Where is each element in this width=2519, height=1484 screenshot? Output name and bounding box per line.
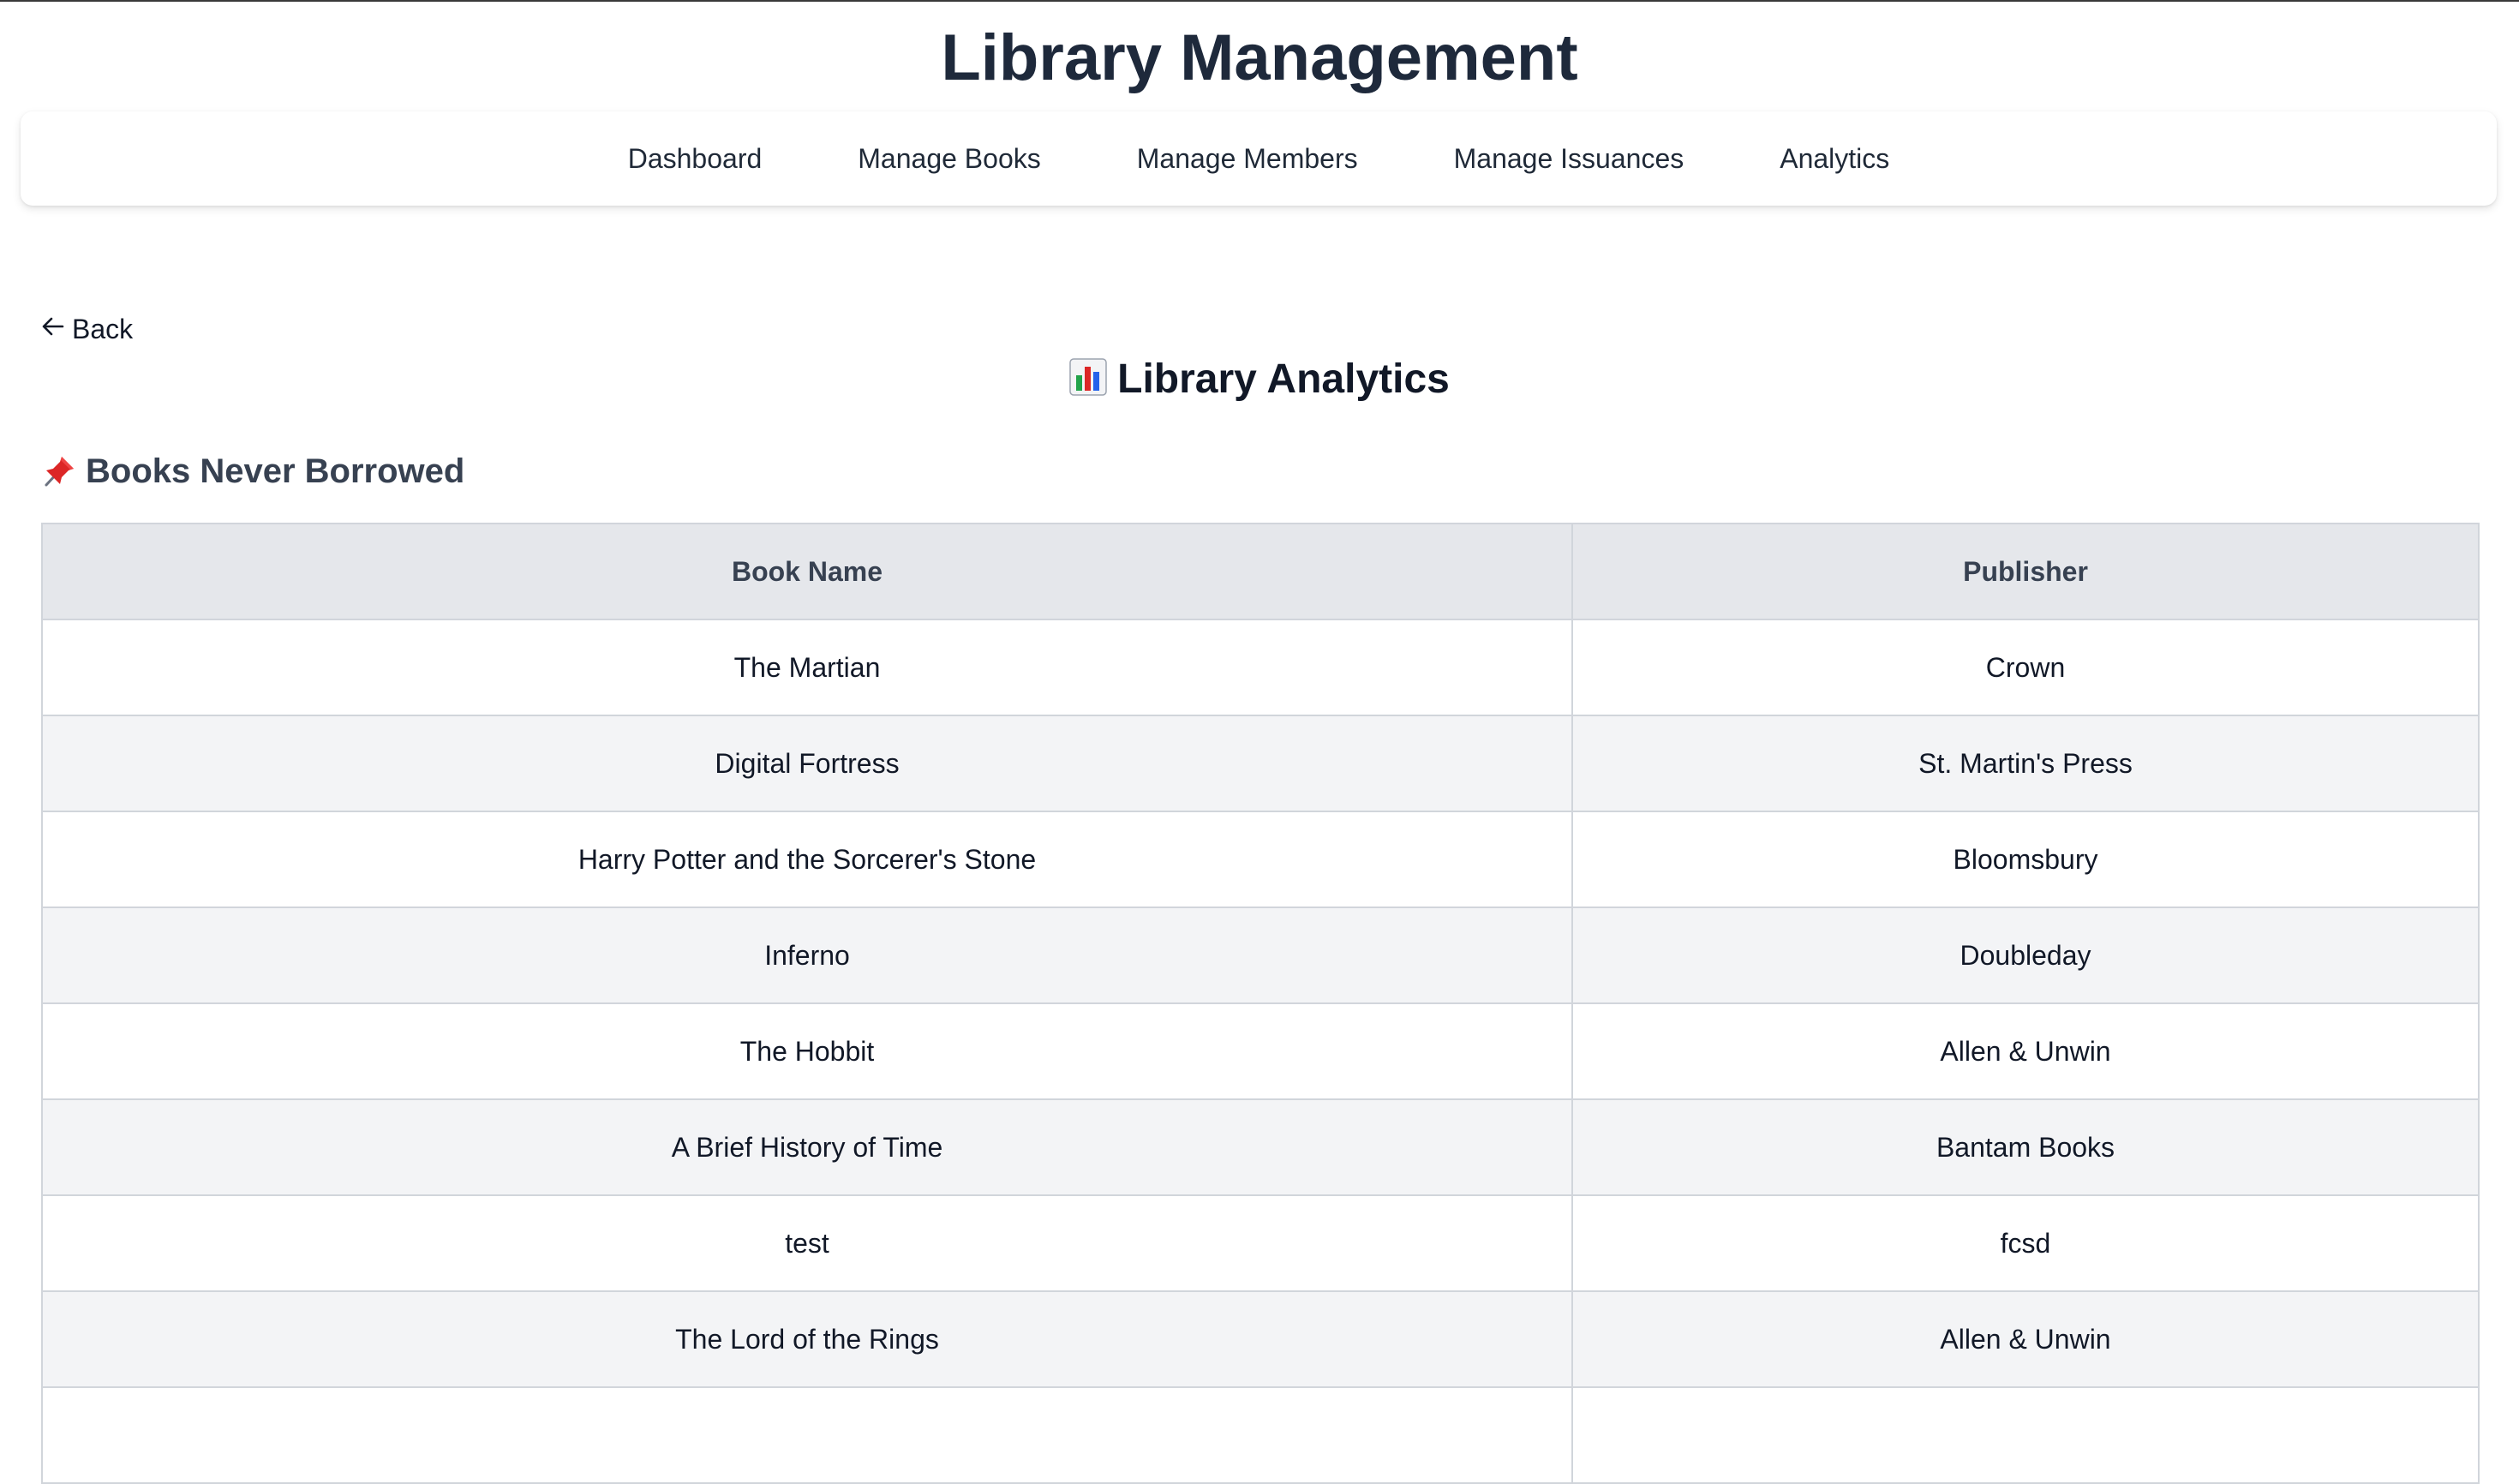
table-row	[41, 1386, 2480, 1484]
section-title: Books Never Borrowed	[41, 447, 464, 495]
cell-book-name: test	[41, 1194, 1573, 1292]
cell-publisher: Bloomsbury	[1571, 811, 2480, 908]
app-title: Library Management	[941, 21, 1578, 94]
nav-item-dashboard[interactable]: Dashboard	[628, 143, 763, 175]
cell-publisher: Allen & Unwin	[1571, 1290, 2480, 1388]
main-navbar: Dashboard Manage Books Manage Members Ma…	[21, 111, 2497, 206]
cell-book-name: The Lord of the Rings	[41, 1290, 1573, 1388]
nav-item-manage-books[interactable]: Manage Books	[858, 143, 1040, 175]
top-border	[0, 0, 2519, 2]
cell-book-name	[41, 1386, 1573, 1484]
cell-book-name: The Martian	[41, 619, 1573, 716]
cell-publisher: Doubleday	[1571, 907, 2480, 1004]
back-label: Back	[72, 314, 134, 344]
table-row: Inferno Doubleday	[41, 907, 2480, 1004]
cell-publisher: St. Martin's Press	[1571, 715, 2480, 812]
section-title-text: Books Never Borrowed	[86, 452, 465, 490]
nav-item-manage-issuances[interactable]: Manage Issuances	[1454, 143, 1684, 175]
table-row: test fcsd	[41, 1194, 2480, 1292]
nav-item-analytics[interactable]: Analytics	[1780, 143, 1889, 175]
cell-book-name: A Brief History of Time	[41, 1098, 1573, 1196]
cell-book-name: The Hobbit	[41, 1002, 1573, 1100]
cell-book-name: Digital Fortress	[41, 715, 1573, 812]
table-row: Harry Potter and the Sorcerer's Stone Bl…	[41, 811, 2480, 908]
back-button[interactable]: Back	[41, 314, 133, 345]
cell-book-name: Inferno	[41, 907, 1573, 1004]
cell-publisher: fcsd	[1571, 1194, 2480, 1292]
cell-publisher: Crown	[1571, 619, 2480, 716]
page-title: Library Analytics	[0, 350, 2519, 410]
table-header-row: Book Name Publisher	[41, 523, 2480, 620]
cell-publisher: Bantam Books	[1571, 1098, 2480, 1196]
pushpin-icon	[41, 453, 77, 489]
column-header-book-name: Book Name	[41, 523, 1573, 620]
books-never-borrowed-table: Book Name Publisher The Martian Crown Di…	[41, 523, 2480, 1484]
table-row: Digital Fortress St. Martin's Press	[41, 715, 2480, 812]
nav-item-manage-members[interactable]: Manage Members	[1137, 143, 1358, 175]
arrow-left-icon	[41, 314, 67, 345]
column-header-publisher: Publisher	[1571, 523, 2480, 620]
table-row: The Lord of the Rings Allen & Unwin	[41, 1290, 2480, 1388]
bar-chart-icon	[1069, 353, 1107, 396]
table-row: The Martian Crown	[41, 619, 2480, 716]
page-title-text: Library Analytics	[1117, 356, 1450, 402]
cell-book-name: Harry Potter and the Sorcerer's Stone	[41, 811, 1573, 908]
cell-publisher: Allen & Unwin	[1571, 1002, 2480, 1100]
cell-publisher	[1571, 1386, 2480, 1484]
table-row: A Brief History of Time Bantam Books	[41, 1098, 2480, 1196]
table-row: The Hobbit Allen & Unwin	[41, 1002, 2480, 1100]
